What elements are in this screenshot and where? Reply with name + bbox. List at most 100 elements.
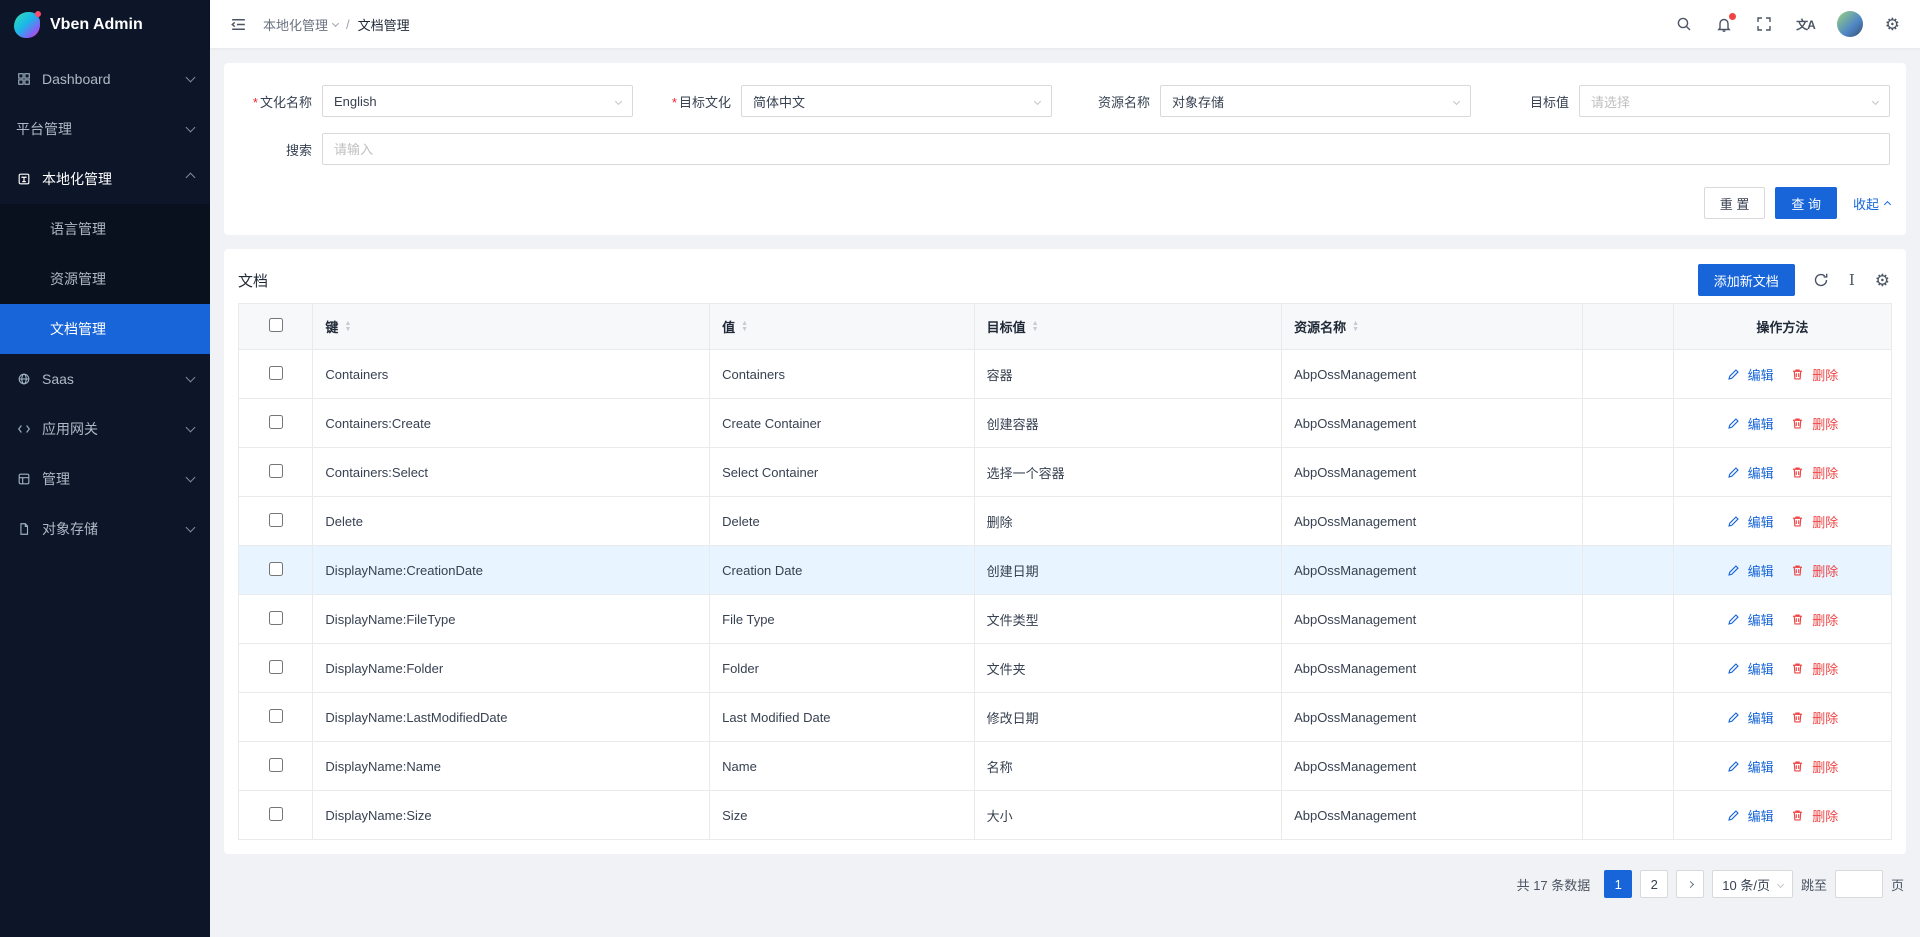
jump-input[interactable] [1835, 870, 1883, 898]
row-checkbox[interactable] [269, 562, 283, 576]
sidebar-item-label: Dashboard [42, 71, 177, 87]
cell-value: Folder [710, 644, 974, 693]
delete-button[interactable]: 删除 [1791, 414, 1838, 433]
edit-button[interactable]: 编辑 [1727, 463, 1774, 482]
cell-key: Containers [313, 350, 710, 399]
edit-button[interactable]: 编辑 [1727, 365, 1774, 384]
sidebar-item-gateway[interactable]: 应用网关 [0, 404, 210, 454]
culture-name-select[interactable]: English [322, 85, 633, 117]
sidebar-subitem-resource[interactable]: 资源管理 [0, 254, 210, 304]
jump-label: 跳至 [1801, 875, 1827, 894]
edit-button[interactable]: 编辑 [1727, 659, 1774, 678]
sidebar-item-admin[interactable]: 管理 [0, 454, 210, 504]
edit-button[interactable]: 编辑 [1727, 414, 1774, 433]
table-row: DisplayName:FileType File Type 文件类型 AbpO… [239, 595, 1892, 644]
next-page-button[interactable] [1676, 870, 1704, 898]
column-header-key[interactable]: 键▲▼ [313, 304, 710, 350]
delete-button[interactable]: 删除 [1791, 659, 1838, 678]
edit-button[interactable]: 编辑 [1727, 610, 1774, 629]
column-header-value[interactable]: 值▲▼ [710, 304, 974, 350]
sidebar-item-storage[interactable]: 对象存储 [0, 504, 210, 554]
sidebar-item-localization[interactable]: 本地化管理 [0, 154, 210, 204]
query-button[interactable]: 查 询 [1775, 187, 1837, 219]
collapse-link[interactable]: 收起 [1853, 194, 1890, 213]
chevron-down-icon [615, 97, 622, 104]
delete-button[interactable]: 删除 [1791, 806, 1838, 825]
chevron-up-icon [186, 173, 196, 183]
row-checkbox[interactable] [269, 807, 283, 821]
delete-button[interactable]: 删除 [1791, 610, 1838, 629]
pagination: 共 17 条数据 1 2 10 条/页 跳至 页 [224, 868, 1906, 898]
row-checkbox[interactable] [269, 758, 283, 772]
cell-empty [1582, 595, 1673, 644]
locale-button[interactable]: 文A [1794, 14, 1817, 35]
delete-button[interactable]: 删除 [1791, 561, 1838, 580]
table-row: DisplayName:CreationDate Creation Date 创… [239, 546, 1892, 595]
column-header-resource[interactable]: 资源名称▲▼ [1282, 304, 1583, 350]
row-checkbox[interactable] [269, 366, 283, 380]
row-checkbox[interactable] [269, 464, 283, 478]
search-button[interactable] [1674, 14, 1694, 34]
menu-fold-button[interactable] [228, 14, 249, 35]
cell-value: Name [710, 742, 974, 791]
sidebar-item-label: 平台管理 [16, 119, 177, 139]
edit-button[interactable]: 编辑 [1727, 561, 1774, 580]
cell-actions: 编辑 删除 [1673, 546, 1891, 595]
avatar[interactable] [1837, 11, 1863, 37]
edit-button[interactable]: 编辑 [1727, 806, 1774, 825]
table-body: Containers Containers 容器 AbpOssManagemen… [239, 350, 1892, 840]
row-checkbox[interactable] [269, 709, 283, 723]
cell-empty [1582, 644, 1673, 693]
edit-button[interactable]: 编辑 [1727, 512, 1774, 531]
sidebar-item-dashboard[interactable]: Dashboard [0, 54, 210, 104]
column-header-target[interactable]: 目标值▲▼ [974, 304, 1281, 350]
cell-value: Creation Date [710, 546, 974, 595]
chevron-down-icon [1777, 880, 1784, 887]
select-all-checkbox[interactable] [269, 318, 283, 332]
delete-button[interactable]: 删除 [1791, 463, 1838, 482]
field-target-value: 目标值 请选择 [1497, 85, 1890, 117]
cell-target: 文件夹 [974, 644, 1281, 693]
page-button-2[interactable]: 2 [1640, 870, 1668, 898]
row-height-button[interactable]: Ⅰ [1847, 271, 1857, 290]
settings-button[interactable]: ⚙ [1883, 14, 1902, 35]
filter-grid: *文化名称 English *目标文化 简体中文 [240, 85, 1890, 117]
delete-button[interactable]: 删除 [1791, 512, 1838, 531]
sidebar-item-label: 对象存储 [42, 519, 177, 539]
page-size-select[interactable]: 10 条/页 [1712, 870, 1793, 898]
delete-button[interactable]: 删除 [1791, 757, 1838, 776]
column-settings-button[interactable]: ⚙ [1873, 270, 1892, 291]
cell-resource: AbpOssManagement [1282, 644, 1583, 693]
edit-button[interactable]: 编辑 [1727, 757, 1774, 776]
sidebar-menu: Dashboard 平台管理 本地化管理 语言管理 资源管理 [0, 50, 210, 937]
edit-button[interactable]: 编辑 [1727, 708, 1774, 727]
table-row: Containers Containers 容器 AbpOssManagemen… [239, 350, 1892, 399]
row-checkbox[interactable] [269, 611, 283, 625]
field-target-culture: *目标文化 简体中文 [659, 85, 1052, 117]
notification-button[interactable] [1714, 14, 1734, 34]
page-button-1[interactable]: 1 [1604, 870, 1632, 898]
sidebar-item-saas[interactable]: Saas [0, 354, 210, 404]
cell-value: Containers [710, 350, 974, 399]
refresh-button[interactable] [1811, 270, 1831, 290]
jump-suffix: 页 [1891, 875, 1904, 894]
reset-button[interactable]: 重 置 [1704, 187, 1766, 219]
cell-actions: 编辑 删除 [1673, 448, 1891, 497]
row-checkbox[interactable] [269, 513, 283, 527]
add-document-button[interactable]: 添加新文档 [1698, 264, 1795, 296]
sidebar-subitem-language[interactable]: 语言管理 [0, 204, 210, 254]
breadcrumb-parent[interactable]: 本地化管理 [263, 15, 338, 34]
delete-button[interactable]: 删除 [1791, 365, 1838, 384]
fullscreen-button[interactable] [1754, 14, 1774, 34]
target-value-select[interactable]: 请选择 [1579, 85, 1890, 117]
row-checkbox[interactable] [269, 415, 283, 429]
field-search: 搜索 [240, 133, 1890, 165]
search-input[interactable] [322, 133, 1890, 165]
sidebar-subitem-document[interactable]: 文档管理 [0, 304, 210, 354]
resource-name-select[interactable]: 对象存储 [1160, 85, 1471, 117]
sidebar-item-platform[interactable]: 平台管理 [0, 104, 210, 154]
row-checkbox[interactable] [269, 660, 283, 674]
delete-button[interactable]: 删除 [1791, 708, 1838, 727]
sort-icon: ▲▼ [1352, 321, 1359, 332]
target-culture-select[interactable]: 简体中文 [741, 85, 1052, 117]
